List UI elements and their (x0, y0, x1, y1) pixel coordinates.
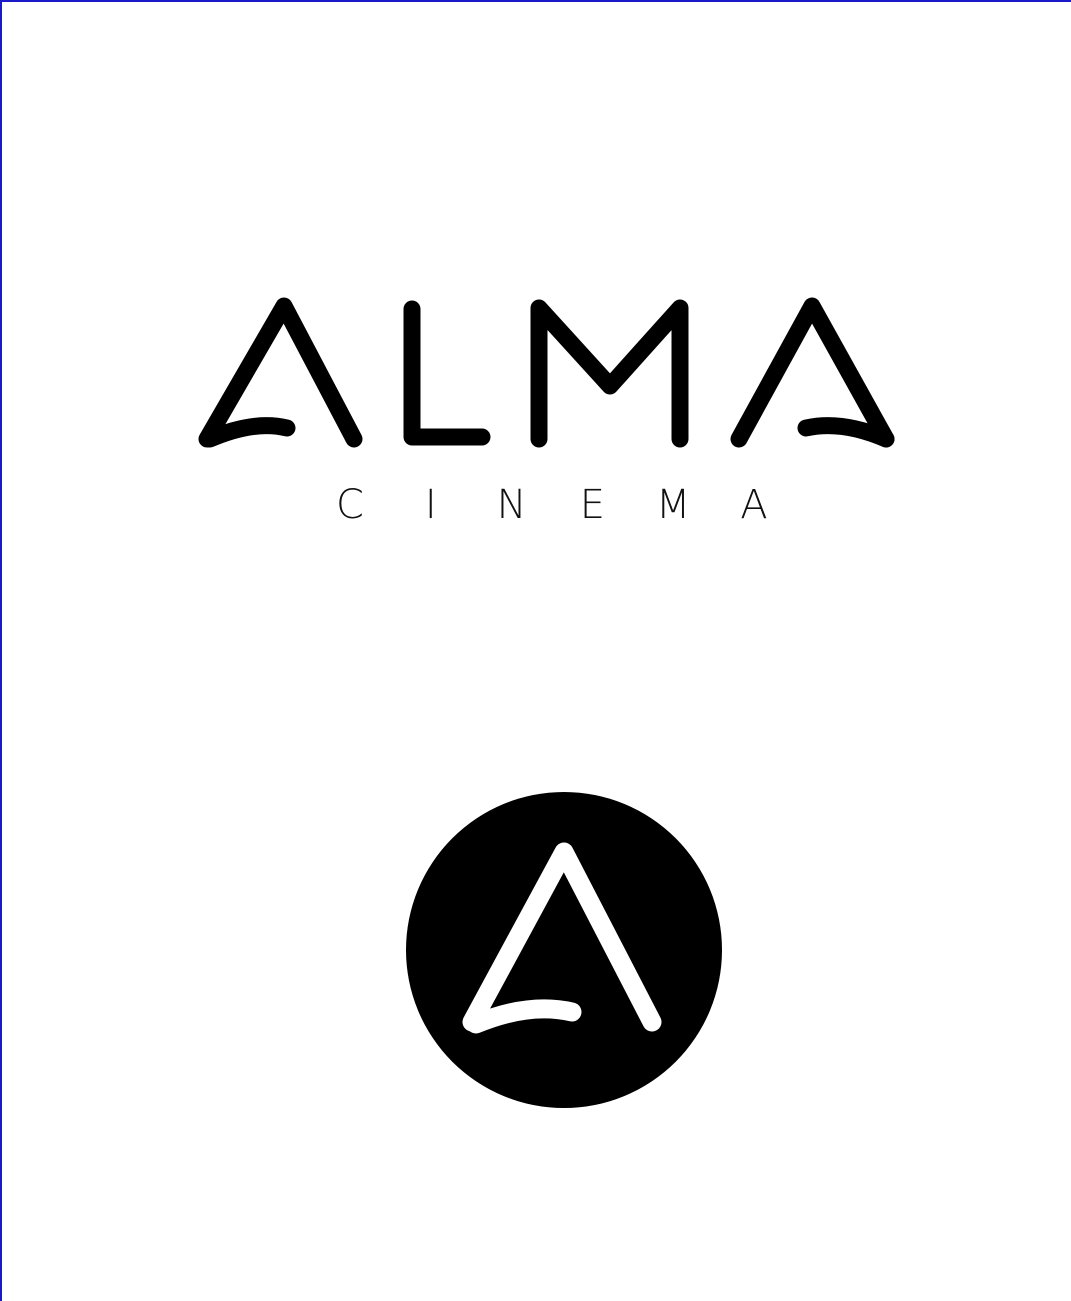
subtitle-letter: I (424, 482, 437, 528)
subtitle-letter: C (336, 482, 364, 528)
subtitle-letter: E (579, 482, 606, 528)
alma-a-emblem-icon (406, 792, 722, 1108)
alma-wordmark-logo (198, 297, 895, 448)
subtitle-letter: A (740, 482, 768, 528)
page-canvas: C I N E M A (0, 0, 1071, 1301)
subtitle-letter: M (655, 482, 691, 528)
cinema-subtitle: C I N E M A (322, 480, 782, 530)
subtitle-letter: N (496, 482, 527, 528)
